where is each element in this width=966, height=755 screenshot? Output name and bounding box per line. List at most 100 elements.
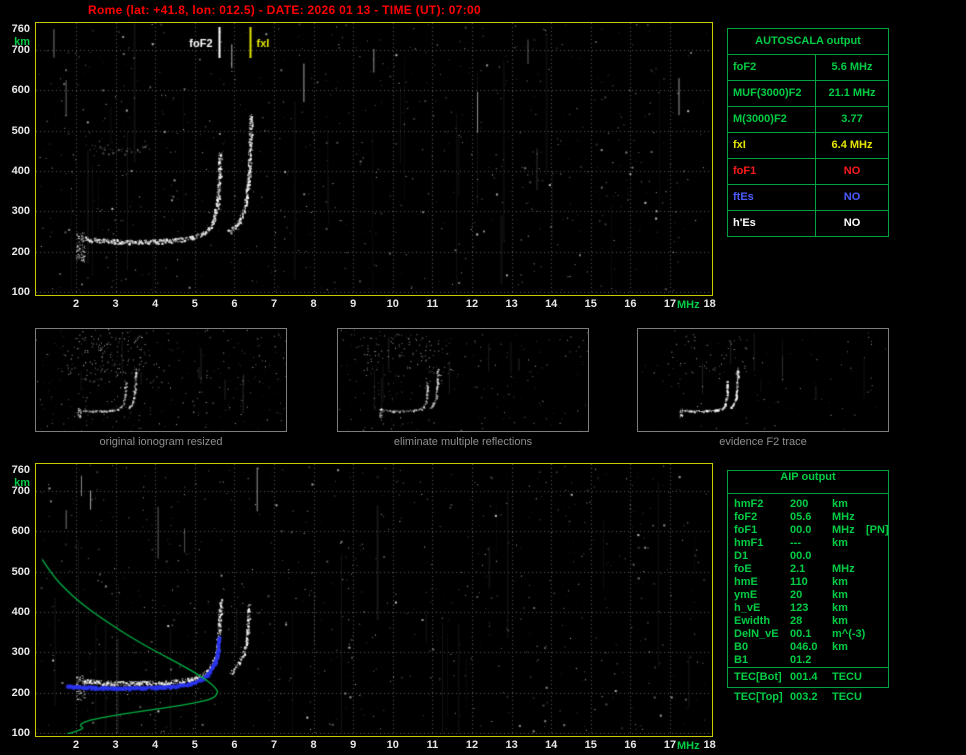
autoscala-row-hes: h'Es NO bbox=[728, 210, 888, 236]
aip-table-title: AIP output bbox=[728, 471, 888, 494]
station-date-title: Rome (lat: +41.8, lon: 012.5) - DATE: 20… bbox=[88, 3, 481, 17]
aip-value: 123 bbox=[790, 602, 809, 614]
autoscala-param-label: MUF(3000)F2 bbox=[728, 81, 816, 106]
aip-row-d1: D1 00.0 bbox=[728, 550, 888, 563]
aip-unit: TECU bbox=[832, 671, 862, 683]
aip-value: 110 bbox=[790, 576, 808, 588]
x-axis-tick: 4 bbox=[152, 739, 159, 751]
aip-value: 200 bbox=[790, 498, 809, 510]
aip-row-fof1: foF1 00.0 MHz [PN] bbox=[728, 524, 889, 537]
x-axis-tick: 6 bbox=[231, 298, 238, 310]
aip-label: ymE bbox=[734, 589, 758, 601]
x-axis-tick: 16 bbox=[624, 298, 637, 310]
aip-row-tec-top: TEC[Top] 003.2 TECU bbox=[728, 691, 888, 704]
thumbnail-caption-no-multiples: eliminate multiple reflections bbox=[393, 436, 533, 448]
x-axis-tick: 3 bbox=[112, 298, 119, 310]
aip-label: Ewidth bbox=[734, 615, 771, 627]
thumbnail-f2-trace bbox=[637, 328, 889, 432]
aip-label: TEC[Bot] bbox=[734, 671, 782, 683]
autoscala-row-muf3000f2: MUF(3000)F2 21.1 MHz bbox=[728, 80, 888, 106]
aip-unit: km bbox=[832, 602, 848, 614]
aip-value: 28 bbox=[790, 615, 803, 627]
autoscala-param-label: M(3000)F2 bbox=[728, 107, 816, 132]
aip-label: foE bbox=[734, 563, 752, 575]
aip-unit: km bbox=[832, 537, 848, 549]
autoscala-param-value: NO bbox=[843, 191, 861, 203]
autoscala-param-label: h'Es bbox=[728, 211, 816, 236]
x-axis-tick: 2 bbox=[72, 739, 80, 751]
aip-unit: MHz bbox=[832, 511, 855, 523]
aip-note: [PN] bbox=[866, 524, 889, 536]
aip-row-delnve: DelN_vE 00.1 m^(-3) bbox=[728, 628, 888, 641]
aip-row-hmf1: hmF1 --- km bbox=[728, 537, 888, 550]
autoscala-screen: Rome (lat: +41.8, lon: 012.5) - DATE: 20… bbox=[0, 0, 966, 755]
aip-row-fof2: foF2 05.6 MHz bbox=[728, 511, 888, 524]
autoscala-param-value: 3.77 bbox=[841, 113, 863, 125]
y-axis-tick: 400 bbox=[11, 165, 30, 178]
aip-value: 01.2 bbox=[790, 654, 812, 666]
y-axis-tick: 200 bbox=[11, 245, 30, 258]
x-axis-tick: 14 bbox=[545, 298, 558, 310]
x-axis-tick: 2 bbox=[72, 298, 80, 310]
aip-row-ewidth: Ewidth 28 km bbox=[728, 615, 888, 628]
aip-unit: TECU bbox=[832, 691, 862, 703]
x-axis-tick: 15 bbox=[584, 739, 597, 751]
aip-value: 2.1 bbox=[790, 563, 806, 575]
autoscala-row-fxi: fxI 6.4 MHz bbox=[728, 132, 888, 158]
x-axis-tick: 18 bbox=[703, 739, 716, 751]
x-axis-tick: 11 bbox=[426, 739, 439, 751]
autoscala-param-value: 5.6 MHz bbox=[831, 61, 873, 73]
aip-row-b1: B1 01.2 bbox=[728, 654, 888, 667]
autoscala-table-title: AUTOSCALA output bbox=[755, 35, 861, 47]
x-axis-tick: 7 bbox=[270, 298, 278, 310]
autoscala-param-label: foF2 bbox=[728, 55, 816, 80]
thumbnail-original-ionogram bbox=[35, 328, 287, 432]
autoscala-param-value: NO bbox=[843, 165, 861, 177]
y-axis-tick: 760 bbox=[11, 23, 30, 35]
autoscala-row-ftes: ftEs NO bbox=[728, 184, 888, 210]
x-axis-tick: 9 bbox=[350, 739, 357, 751]
y-axis-tick: 600 bbox=[11, 84, 30, 97]
aip-row-tec-bot: TEC[Bot] 001.4 TECU bbox=[728, 671, 888, 684]
thumbnail-canvas-f2-trace bbox=[638, 329, 888, 431]
autoscala-param-label: fxI bbox=[728, 133, 816, 158]
y-axis-tick: 100 bbox=[11, 726, 30, 739]
aip-value: 046.0 bbox=[790, 641, 818, 653]
x-axis-tick: 7 bbox=[270, 739, 278, 751]
x-axis-tick: 4 bbox=[152, 298, 159, 310]
thumbnail-canvas-original bbox=[36, 329, 286, 431]
x-axis-tick: 5 bbox=[191, 739, 198, 751]
aip-row-hme: hmE 110 km bbox=[728, 576, 888, 589]
thumbnail-no-multiples bbox=[337, 328, 589, 432]
aip-row-b0: B0 046.0 km bbox=[728, 641, 888, 654]
autoscala-param-label: foF1 bbox=[728, 159, 816, 184]
thumbnail-canvas-no-multiples bbox=[338, 329, 588, 431]
autoscala-row-fof2: foF2 5.6 MHz bbox=[728, 54, 888, 80]
aip-unit: km bbox=[832, 615, 848, 627]
aip-unit: km bbox=[832, 641, 848, 653]
aip-value: --- bbox=[790, 537, 801, 549]
x-axis-tick: 12 bbox=[465, 298, 479, 310]
x-axis-tick: 10 bbox=[386, 298, 399, 310]
x-axis-tick: 13 bbox=[505, 739, 518, 751]
y-axis-tick: 400 bbox=[11, 606, 30, 619]
autoscala-row-fof1: foF1 NO bbox=[728, 158, 888, 184]
x-axis-tick: 13 bbox=[505, 298, 518, 310]
x-axis-tick: 14 bbox=[545, 739, 558, 751]
x-axis-tick: 10 bbox=[386, 739, 399, 751]
aip-row-yme: ymE 20 km bbox=[728, 589, 888, 602]
thumbnail-caption-original: original ionogram resized bbox=[99, 436, 223, 448]
x-axis-tick: 15 bbox=[584, 298, 597, 310]
autoscala-param-value: NO bbox=[843, 217, 861, 229]
aip-label: B1 bbox=[734, 654, 749, 666]
x-axis-tick: 6 bbox=[231, 739, 238, 751]
aip-value: 00.1 bbox=[790, 628, 812, 640]
y-axis-tick: 300 bbox=[11, 646, 30, 659]
aip-row-foe: foE 2.1 MHz bbox=[728, 563, 888, 576]
aip-label: hmF1 bbox=[734, 537, 764, 549]
aip-row-hmf2: hmF2 200 km bbox=[728, 498, 888, 511]
x-axis-tick: 11 bbox=[426, 298, 439, 310]
aip-unit: km bbox=[832, 498, 848, 510]
y-axis-tick: 760 bbox=[11, 464, 30, 476]
aip-value: 00.0 bbox=[790, 550, 812, 562]
